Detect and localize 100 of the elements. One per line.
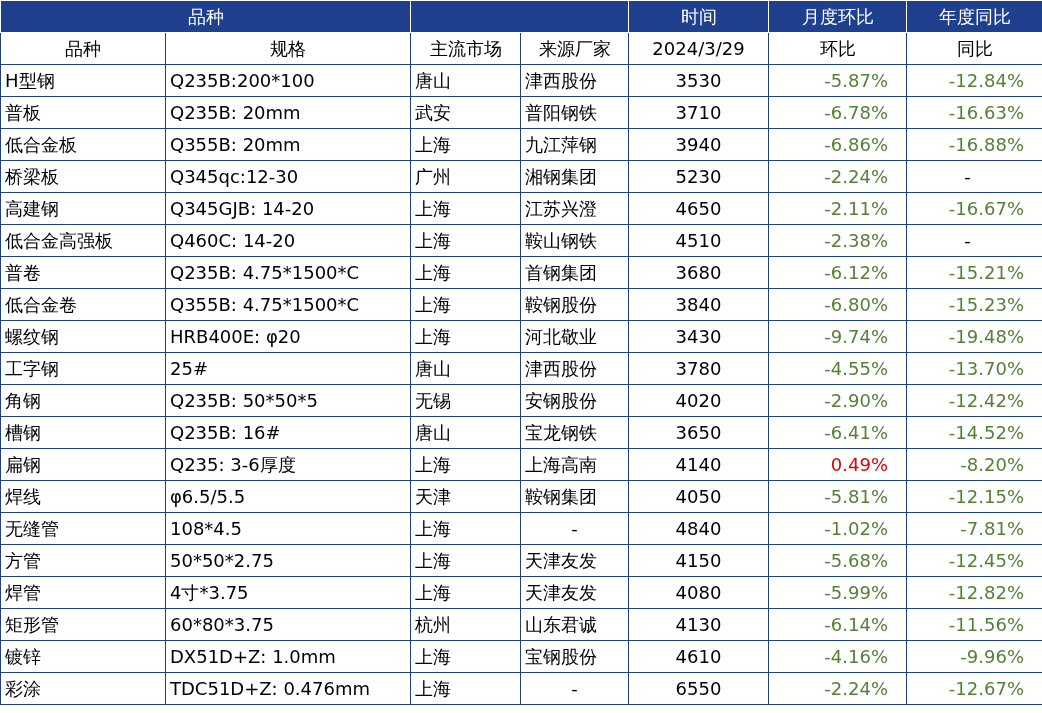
table-cell: 唐山 (410, 64, 521, 97)
table-cell: 3430 (628, 320, 769, 353)
table-cell: 无缝管 (0, 512, 166, 545)
table-cell: 6550 (628, 672, 769, 705)
table-cell: 0.49% (768, 448, 907, 481)
table-cell: 安钢股份 (520, 384, 629, 417)
table-cell: 湘钢集团 (520, 160, 629, 193)
table-cell: -9.74% (768, 320, 907, 353)
table-cell: 上海 (410, 512, 521, 545)
table-cell: Q460C: 14-20 (165, 224, 411, 257)
table-cell: 普板 (0, 96, 166, 129)
table-cell: TDC51D+Z: 0.476mm (165, 672, 411, 705)
table-cell: 4510 (628, 224, 769, 257)
table-cell: -5.68% (768, 544, 907, 577)
table-cell: 桥梁板 (0, 160, 166, 193)
table-cell: 角钢 (0, 384, 166, 417)
table-cell: -6.78% (768, 96, 907, 129)
group-header: 月度环比 (768, 0, 907, 33)
table-cell: 河北敬业 (520, 320, 629, 353)
table-cell: 3680 (628, 256, 769, 289)
table-cell: Q235: 3-6厚度 (165, 448, 411, 481)
table-cell: -2.24% (768, 672, 907, 705)
column-header: 规格 (165, 32, 411, 65)
table-cell: -6.80% (768, 288, 907, 321)
table-cell: 上海 (410, 544, 521, 577)
table-cell: 低合金板 (0, 128, 166, 161)
column-header: 环比 (768, 32, 907, 65)
table-cell: 方管 (0, 544, 166, 577)
table-cell: 上海 (410, 448, 521, 481)
table-cell: 5230 (628, 160, 769, 193)
table-cell: 4050 (628, 480, 769, 513)
table-cell: -1.02% (768, 512, 907, 545)
table-cell: 4140 (628, 448, 769, 481)
table-cell: φ6.5/5.5 (165, 480, 411, 513)
table-cell: 上海高南 (520, 448, 629, 481)
table-cell: 4130 (628, 608, 769, 641)
table-cell: 宝钢股份 (520, 640, 629, 673)
table-cell: Q235B:200*100 (165, 64, 411, 97)
table-cell: 上海 (410, 320, 521, 353)
column-header: 品种 (0, 32, 166, 65)
table-cell: 3940 (628, 128, 769, 161)
table-cell: 鞍钢集团 (520, 480, 629, 513)
table-cell: 首钢集团 (520, 256, 629, 289)
table-cell: 鞍山钢铁 (520, 224, 629, 257)
table-cell: -5.81% (768, 480, 907, 513)
table-cell: H型钢 (0, 64, 166, 97)
table-cell: 唐山 (410, 352, 521, 385)
table-cell: 3710 (628, 96, 769, 129)
group-header: 年度同比 (906, 0, 1042, 33)
table-cell: 高建钢 (0, 192, 166, 225)
table-cell: Q345GJB: 14-20 (165, 192, 411, 225)
table-cell: 4020 (628, 384, 769, 417)
table-cell: 108*4.5 (165, 512, 411, 545)
table-cell: 矩形管 (0, 608, 166, 641)
table-cell: 无锡 (410, 384, 521, 417)
table-cell: -2.11% (768, 192, 907, 225)
table-cell: Q235B: 16# (165, 416, 411, 449)
table-cell: 25# (165, 352, 411, 385)
table-cell: -5.99% (768, 576, 907, 609)
table-cell: 4150 (628, 544, 769, 577)
table-cell: 扁钢 (0, 448, 166, 481)
table-cell: -4.55% (768, 352, 907, 385)
group-header: 时间 (628, 0, 769, 33)
table-cell: 宝龙钢铁 (520, 416, 629, 449)
table-cell: 普卷 (0, 256, 166, 289)
table-cell: -6.12% (768, 256, 907, 289)
table-cell: 槽钢 (0, 416, 166, 449)
table-cell: 上海 (410, 128, 521, 161)
column-header: 来源厂家 (520, 32, 629, 65)
table-cell: 天津 (410, 480, 521, 513)
table-cell: 唐山 (410, 416, 521, 449)
table-cell: -2.90% (768, 384, 907, 417)
table-cell: 焊线 (0, 480, 166, 513)
table-cell: 镀锌 (0, 640, 166, 673)
table-cell: 天津友发 (520, 544, 629, 577)
table-cell: 鞍钢股份 (520, 288, 629, 321)
table-cell: Q345qc:12-30 (165, 160, 411, 193)
table-cell: 普阳钢铁 (520, 96, 629, 129)
table-cell: -2.38% (768, 224, 907, 257)
table-cell: 3650 (628, 416, 769, 449)
table-cell: 60*80*3.75 (165, 608, 411, 641)
table-cell: 山东君诚 (520, 608, 629, 641)
table-cell: 天津友发 (520, 576, 629, 609)
table-cell: -4.16% (768, 640, 907, 673)
table-cell: Q355B: 4.75*1500*C (165, 288, 411, 321)
table-cell: DX51D+Z: 1.0mm (165, 640, 411, 673)
table-cell: 螺纹钢 (0, 320, 166, 353)
table-cell: -5.87% (768, 64, 907, 97)
table-cell: 4840 (628, 512, 769, 545)
table-cell: 上海 (410, 192, 521, 225)
table-cell: 50*50*2.75 (165, 544, 411, 577)
table-cell: Q235B: 4.75*1500*C (165, 256, 411, 289)
table-cell: -6.86% (768, 128, 907, 161)
table-cell: 3530 (628, 64, 769, 97)
table-cell: 低合金卷 (0, 288, 166, 321)
table-cell: 武安 (410, 96, 521, 129)
table-cell: -2.24% (768, 160, 907, 193)
table-cell: 上海 (410, 288, 521, 321)
table-cell: 上海 (410, 256, 521, 289)
table-cell: 津西股份 (520, 352, 629, 385)
